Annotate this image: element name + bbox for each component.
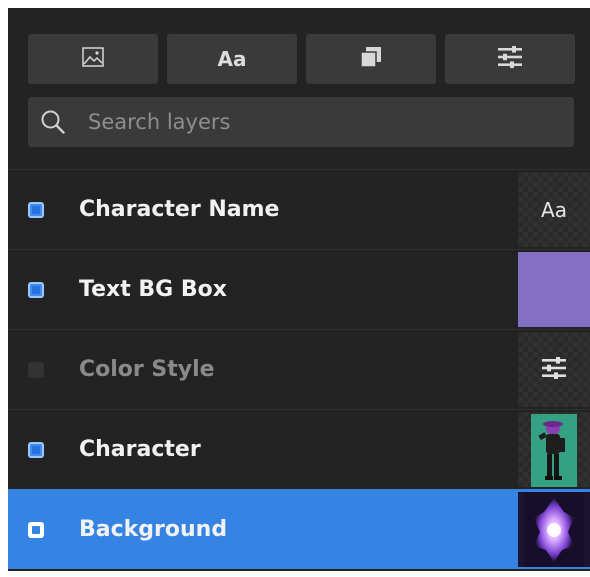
visibility-checkbox[interactable] bbox=[28, 362, 44, 378]
visibility-checkbox[interactable] bbox=[28, 442, 44, 458]
add-shape-layer-button[interactable] bbox=[306, 34, 436, 84]
text-icon: Aa bbox=[217, 47, 247, 71]
image-icon bbox=[81, 46, 105, 72]
layer-row-text-bg-box[interactable]: Text BG Box bbox=[8, 249, 590, 329]
add-text-layer-button[interactable]: Aa bbox=[167, 34, 297, 84]
layer-row-color-style[interactable]: Color Style bbox=[8, 329, 590, 409]
character-image-icon bbox=[531, 414, 577, 487]
text-icon: Aa bbox=[541, 197, 567, 222]
layer-name: Character Name bbox=[79, 197, 280, 222]
layer-row-character[interactable]: Character bbox=[8, 409, 590, 489]
layer-thumbnail-background-image bbox=[518, 492, 590, 567]
layer-row-character-name[interactable]: Character Name Aa bbox=[8, 169, 590, 249]
layer-thumbnail-color bbox=[518, 252, 590, 327]
sliders-icon bbox=[496, 45, 524, 73]
search-icon bbox=[40, 109, 66, 139]
add-adjustment-layer-button[interactable] bbox=[445, 34, 575, 84]
layer-toolbar: Aa bbox=[28, 34, 575, 84]
layer-name: Character bbox=[79, 437, 201, 462]
visibility-checkbox[interactable] bbox=[28, 202, 44, 218]
background-image-icon bbox=[524, 492, 584, 567]
layer-name: Text BG Box bbox=[79, 277, 227, 302]
search-box bbox=[28, 97, 574, 147]
sliders-icon bbox=[540, 356, 568, 384]
layer-row-background[interactable]: Background bbox=[8, 489, 590, 569]
visibility-checkbox[interactable] bbox=[28, 282, 44, 298]
layer-thumbnail-character-image bbox=[518, 412, 590, 487]
layer-thumbnail-adjustment bbox=[518, 332, 590, 407]
add-image-layer-button[interactable] bbox=[28, 34, 158, 84]
layer-name: Color Style bbox=[79, 357, 215, 382]
visibility-checkbox[interactable] bbox=[28, 522, 44, 538]
search-input[interactable] bbox=[88, 97, 558, 147]
layer-thumbnail-text: Aa bbox=[518, 172, 590, 247]
layer-name: Background bbox=[79, 517, 228, 542]
layers-panel: Aa Search layers Character Name Aa Text … bbox=[8, 8, 590, 571]
layers-icon bbox=[359, 45, 383, 73]
